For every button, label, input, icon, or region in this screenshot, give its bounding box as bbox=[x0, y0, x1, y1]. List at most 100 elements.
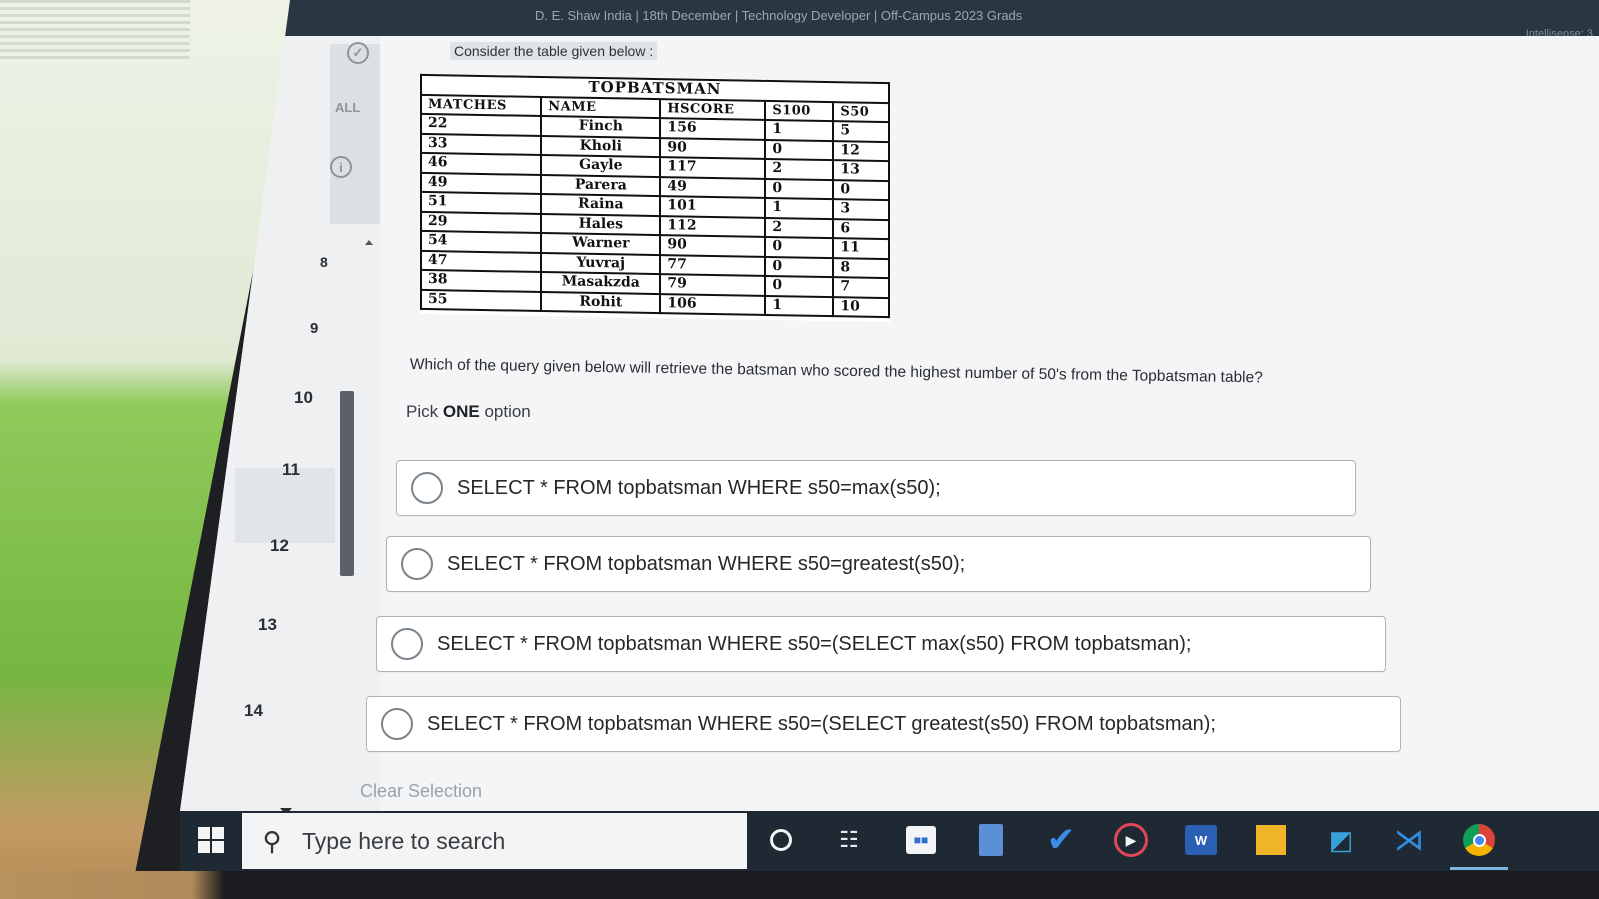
microsoft-store-icon[interactable]: ■■ bbox=[902, 821, 940, 859]
question-number-12[interactable]: 12 bbox=[270, 536, 289, 556]
table-cell: 49 bbox=[660, 176, 766, 198]
table-cell: 55 bbox=[421, 289, 542, 312]
scroll-up-arrow-icon[interactable] bbox=[365, 240, 373, 245]
test-title-breadcrumb: D. E. Shaw India | 18th December | Techn… bbox=[535, 8, 1023, 23]
table-column-header: NAME bbox=[541, 96, 661, 119]
table-cell: 79 bbox=[660, 274, 766, 296]
option-3-text: SELECT * FROM topbatsman WHERE s50=(SELE… bbox=[437, 632, 1192, 655]
laptop-bottom-edge bbox=[0, 871, 1599, 899]
radio-button-4[interactable] bbox=[381, 708, 413, 740]
table-cell: 1 bbox=[765, 197, 834, 219]
check-circle-icon[interactable]: ✓ bbox=[347, 42, 369, 64]
table-cell: 22 bbox=[421, 113, 542, 136]
table-cell: 7 bbox=[833, 277, 889, 298]
table-cell: 0 bbox=[833, 179, 889, 201]
question-number-9[interactable]: 9 bbox=[310, 320, 318, 337]
table-cell: Hales bbox=[541, 213, 661, 236]
table-cell: 13 bbox=[833, 160, 889, 181]
taskbar-search-placeholder: Type here to search bbox=[302, 827, 506, 854]
topbatsman-table: TOPBATSMAN MATCHES NAME HSCORE S100 S50 22 Fi… bbox=[420, 74, 890, 318]
question-number-13[interactable]: 13 bbox=[258, 615, 277, 635]
option-2[interactable]: SELECT * FROM topbatsman WHERE s50=great… bbox=[386, 536, 1371, 592]
table-cell: Gayle bbox=[541, 155, 661, 177]
calculator-icon[interactable] bbox=[972, 821, 1010, 859]
table-cell: 101 bbox=[660, 196, 766, 218]
sticky-notes-icon[interactable] bbox=[1252, 821, 1290, 859]
word-icon[interactable]: W bbox=[1182, 821, 1220, 859]
table-cell: Warner bbox=[541, 233, 661, 255]
table-cell: 33 bbox=[421, 133, 542, 156]
table-body: 22 Finch 156 1 5 33 Kholi 90 0 12 46 Gayle 117 2 13 49 P… bbox=[421, 113, 889, 318]
wall-notice-paper bbox=[0, 0, 190, 60]
filter-all-label[interactable]: ALL bbox=[335, 100, 360, 115]
table-cell: 0 bbox=[765, 139, 834, 161]
option-1[interactable]: SELECT * FROM topbatsman WHERE s50=max(s… bbox=[396, 460, 1356, 516]
topbatsman-table-image: TOPBATSMAN MATCHES NAME HSCORE S100 S50 22 Fi… bbox=[420, 73, 890, 323]
chrome-icon[interactable] bbox=[1460, 821, 1498, 859]
table-cell: 0 bbox=[765, 236, 834, 258]
table-cell: Yuvraj bbox=[541, 252, 661, 275]
table-cell: 90 bbox=[660, 137, 766, 159]
table-cell: 77 bbox=[660, 254, 766, 276]
table-cell: 29 bbox=[421, 211, 542, 234]
test-header-bar: D. E. Shaw India | 18th December | Techn… bbox=[180, 0, 1599, 40]
table-cell: 11 bbox=[833, 238, 889, 259]
table-cell: 0 bbox=[765, 178, 834, 200]
table-cell: 117 bbox=[660, 157, 766, 179]
pick-suffix: option bbox=[484, 402, 531, 421]
table-cell: Parera bbox=[541, 174, 661, 197]
table-cell: Kholi bbox=[541, 135, 661, 158]
table-cell: 1 bbox=[765, 295, 834, 317]
table-cell: 3 bbox=[833, 199, 889, 220]
table-cell: 47 bbox=[421, 250, 542, 273]
windows-taskbar: ⚲ Type here to search ☷ ■■ ✔ ▶ W ◩ ⋊ bbox=[180, 811, 1599, 871]
taskbar-search-box[interactable]: ⚲ Type here to search bbox=[242, 813, 747, 869]
info-icon[interactable]: i bbox=[330, 156, 352, 178]
media-player-icon[interactable]: ▶ bbox=[1112, 821, 1150, 859]
option-4-text: SELECT * FROM topbatsman WHERE s50=(SELE… bbox=[427, 712, 1216, 735]
table-column-header: HSCORE bbox=[660, 98, 766, 120]
table-cell: 46 bbox=[421, 152, 542, 175]
table-cell: 8 bbox=[833, 257, 889, 279]
windows-start-icon[interactable] bbox=[198, 827, 224, 853]
vscode-icon[interactable]: ⋊ bbox=[1390, 821, 1428, 859]
todo-check-icon[interactable]: ✔ bbox=[1042, 821, 1080, 859]
table-cell: 10 bbox=[833, 296, 889, 318]
radio-button-3[interactable] bbox=[391, 628, 423, 660]
navigator-scrollbar[interactable] bbox=[340, 391, 354, 576]
chrome-active-indicator bbox=[1450, 867, 1508, 870]
question-number-11[interactable]: 11 bbox=[282, 460, 300, 480]
table-cell: 51 bbox=[421, 191, 542, 214]
table-cell: 156 bbox=[660, 118, 766, 140]
question-number-8[interactable]: 8 bbox=[320, 254, 328, 270]
nav-filter-panel bbox=[330, 44, 380, 224]
option-2-text: SELECT * FROM topbatsman WHERE s50=great… bbox=[447, 552, 966, 575]
radio-button-2[interactable] bbox=[401, 548, 433, 580]
table-cell: 5 bbox=[833, 121, 889, 142]
table-column-header: S100 bbox=[765, 100, 834, 122]
radio-button-1[interactable] bbox=[411, 472, 443, 504]
table-cell: 2 bbox=[765, 217, 834, 239]
table-cell: Masakzda bbox=[541, 272, 661, 294]
option-4[interactable]: SELECT * FROM topbatsman WHERE s50=(SELE… bbox=[366, 696, 1401, 752]
table-cell: 0 bbox=[765, 256, 834, 278]
table-cell: 0 bbox=[765, 275, 834, 297]
search-icon: ⚲ bbox=[262, 825, 282, 856]
question-number-10[interactable]: 10 bbox=[294, 388, 313, 408]
task-view-icon[interactable]: ☷ bbox=[830, 821, 868, 859]
network-drive-icon[interactable]: ◩ bbox=[1322, 821, 1360, 859]
pick-bold: ONE bbox=[442, 402, 480, 421]
table-column-header: MATCHES bbox=[421, 94, 542, 117]
table-cell: 90 bbox=[660, 235, 766, 257]
question-panel: Consider the table given below : TOPBATS… bbox=[360, 36, 1599, 811]
option-3[interactable]: SELECT * FROM topbatsman WHERE s50=(SELE… bbox=[376, 616, 1386, 672]
table-cell: 112 bbox=[660, 215, 766, 237]
clear-selection-link[interactable]: Clear Selection bbox=[360, 781, 482, 802]
table-cell: Finch bbox=[541, 116, 661, 138]
cortana-icon[interactable] bbox=[762, 821, 800, 859]
table-cell: Raina bbox=[541, 194, 661, 216]
table-cell: 106 bbox=[660, 293, 766, 315]
table-cell: 1 bbox=[765, 119, 834, 141]
question-number-14[interactable]: 14 bbox=[244, 701, 263, 721]
table-cell: 12 bbox=[833, 140, 889, 162]
